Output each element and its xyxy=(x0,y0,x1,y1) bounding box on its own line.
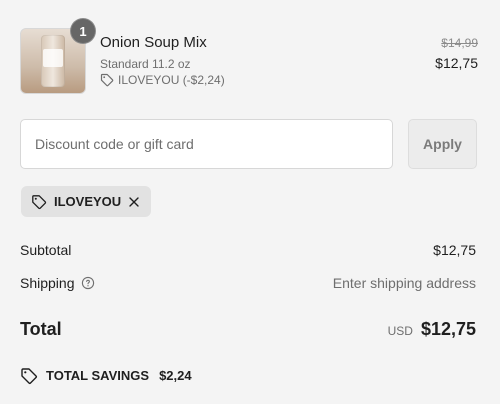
total-value-group: USD $12,75 xyxy=(388,318,476,340)
price-column: $14,99 $12,75 xyxy=(435,36,478,71)
current-price: $12,75 xyxy=(435,55,478,71)
total-label: Total xyxy=(20,319,62,339)
tag-icon xyxy=(100,73,114,87)
shipping-label: Shipping xyxy=(20,275,75,291)
discount-code-input[interactable] xyxy=(21,120,392,168)
product-variant: Standard 11.2 oz xyxy=(100,57,191,71)
total-row: Total USD $12,75 xyxy=(20,318,476,340)
currency-code: USD xyxy=(387,324,413,338)
total-savings-label: TOTAL SAVINGS xyxy=(46,368,150,383)
remove-code-button[interactable] xyxy=(128,194,140,210)
product-thumbnail-wrapper: 1 xyxy=(20,18,96,94)
subtotal-label: Subtotal xyxy=(20,242,72,258)
shipping-row: Shipping Enter shipping address xyxy=(20,275,476,291)
tag-icon xyxy=(31,194,47,210)
product-info: Onion Soup Mix Standard 11.2 oz ILOVEYOU… xyxy=(100,34,225,87)
subtotal-row: Subtotal $12,75 xyxy=(20,242,476,258)
total-savings-value: $2,24 xyxy=(159,368,192,383)
total-value: $12,75 xyxy=(420,319,476,339)
product-discount-line: ILOVEYOU (-$2,24) xyxy=(100,73,225,87)
help-circle-icon[interactable] xyxy=(81,276,95,290)
applied-discount-chip: ILOVEYOU xyxy=(21,186,151,217)
product-name: Onion Soup Mix xyxy=(100,34,207,51)
cart-line-item: 1 Onion Soup Mix Standard 11.2 oz ILOVEY… xyxy=(20,18,478,94)
subtotal-value: $12,75 xyxy=(433,242,476,258)
quantity-badge: 1 xyxy=(70,18,96,44)
discount-field-wrapper xyxy=(20,119,393,169)
close-icon xyxy=(129,196,139,207)
original-price: $14,99 xyxy=(441,36,478,50)
shipping-label-group: Shipping xyxy=(20,275,95,291)
total-savings-row: TOTAL SAVINGS $2,24 xyxy=(20,367,192,385)
tag-icon xyxy=(20,367,38,385)
applied-code-label: ILOVEYOU xyxy=(54,193,122,209)
product-discount-text: ILOVEYOU (-$2,24) xyxy=(118,73,225,87)
apply-button[interactable]: Apply xyxy=(408,119,477,169)
product-label-graphic xyxy=(43,49,63,67)
shipping-value: Enter shipping address xyxy=(332,275,476,291)
